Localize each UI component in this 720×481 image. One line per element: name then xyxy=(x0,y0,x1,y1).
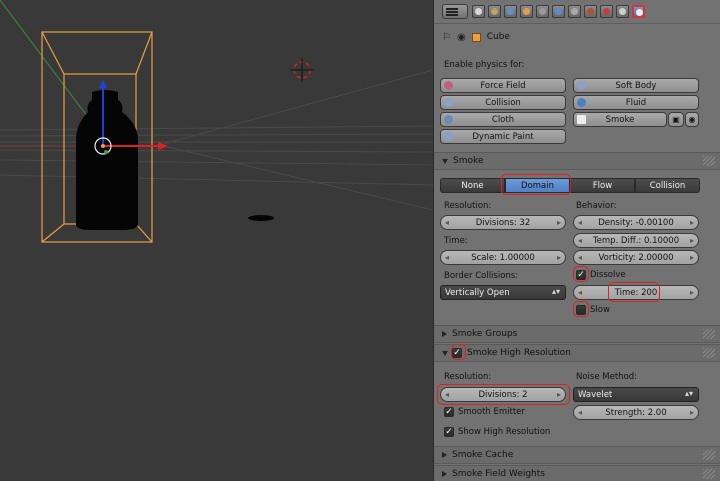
texture-tab-icon[interactable] xyxy=(600,5,613,18)
force-field-icon xyxy=(444,81,453,90)
smoke-panel-header[interactable]: Smoke xyxy=(434,152,720,170)
chevron-updown-icon: ▴▾ xyxy=(684,389,693,398)
collision-button[interactable]: Collision xyxy=(440,95,566,110)
constraints-tab-icon[interactable] xyxy=(536,5,549,18)
smoke-type-flow[interactable]: Flow xyxy=(570,178,635,193)
smooth-emitter-checkbox[interactable]: ✓ xyxy=(444,407,454,417)
object-tab-icon[interactable] xyxy=(520,5,533,18)
soft-body-icon xyxy=(577,81,586,90)
chevron-updown-icon: ▴▾ xyxy=(551,287,560,296)
expand-triangle-icon xyxy=(442,331,447,337)
show-high-res-label: Show High Resolution xyxy=(458,427,551,437)
border-collisions-label: Border Collisions: xyxy=(444,271,519,281)
collision-icon xyxy=(444,98,453,107)
behavior-label: Behavior: xyxy=(576,201,617,211)
smoke-type-collision[interactable]: Collision xyxy=(635,178,700,193)
smoke-button[interactable]: Smoke xyxy=(573,112,667,127)
fluid-button[interactable]: Fluid xyxy=(573,95,699,110)
collapse-triangle-icon xyxy=(442,350,448,356)
density-field[interactable]: Density: -0.00100 xyxy=(573,215,699,230)
3d-cursor xyxy=(290,58,314,82)
smoke-type-domain[interactable]: Domain xyxy=(505,178,570,193)
slow-label: Slow xyxy=(590,305,610,315)
scene-tab-icon[interactable] xyxy=(488,5,501,18)
data-tab-icon[interactable] xyxy=(568,5,581,18)
smoke-type-none[interactable]: None xyxy=(440,178,505,193)
cloth-icon xyxy=(444,115,453,124)
smoke-groups-header[interactable]: Smoke Groups xyxy=(434,325,720,343)
border-collisions-select[interactable]: Vertically Open ▴▾ xyxy=(440,285,566,300)
smoke-high-res-header[interactable]: ✓ Smoke High Resolution xyxy=(434,344,720,362)
noise-method-label: Noise Method: xyxy=(576,372,638,382)
fluid-icon xyxy=(577,98,586,107)
world-tab-icon[interactable] xyxy=(504,5,517,18)
smoke-visibility-eye-icon[interactable]: ◉ xyxy=(685,112,699,127)
hr-divisions-field[interactable]: Divisions: 2 xyxy=(440,387,566,402)
editor-type-menu-icon[interactable] xyxy=(442,4,468,19)
properties-tabs xyxy=(434,0,720,24)
smoke-render-toggle[interactable]: ▣ xyxy=(668,112,684,127)
expand-triangle-icon xyxy=(442,452,447,458)
cloth-button[interactable]: Cloth xyxy=(440,112,566,127)
resolution-label: Resolution: xyxy=(444,201,492,211)
3d-viewport[interactable] xyxy=(0,0,433,481)
smoke-cache-header[interactable]: Smoke Cache xyxy=(434,446,720,464)
scale-field[interactable]: Scale: 1.00000 xyxy=(440,250,566,265)
show-high-res-checkbox[interactable]: ✓ xyxy=(444,427,454,437)
pin-icon[interactable]: ⚐ xyxy=(442,32,451,43)
divisions-field[interactable]: Divisions: 32 xyxy=(440,215,566,230)
force-field-button[interactable]: Force Field xyxy=(440,78,566,93)
scene-icon: ◉ xyxy=(456,31,466,43)
noise-method-select[interactable]: Wavelet ▴▾ xyxy=(573,387,699,402)
close-icon xyxy=(577,115,586,124)
dissolve-label: Dissolve xyxy=(590,270,626,280)
smoke-field-weights-header[interactable]: Smoke Field Weights xyxy=(434,465,720,481)
context-object-name: Cube xyxy=(486,32,510,42)
collapse-triangle-icon xyxy=(442,158,448,164)
high-res-checkbox[interactable]: ✓ xyxy=(452,348,462,358)
temp-diff-field[interactable]: Temp. Diff.: 0.10000 xyxy=(573,233,699,248)
time-label: Time: xyxy=(444,236,468,246)
dynamic-paint-button[interactable]: Dynamic Paint xyxy=(440,129,566,144)
modifiers-tab-icon[interactable] xyxy=(552,5,565,18)
dynamic-paint-icon xyxy=(444,132,453,141)
viewport-scene xyxy=(0,0,433,243)
hr-resolution-label: Resolution: xyxy=(444,372,492,382)
expand-triangle-icon xyxy=(442,471,447,477)
physics-tab-icon[interactable] xyxy=(632,5,645,18)
bottle-mesh xyxy=(76,90,138,230)
material-tab-icon[interactable] xyxy=(584,5,597,18)
strength-field[interactable]: Strength: 2.00 xyxy=(573,405,699,420)
dissolve-time-field[interactable]: Time: 200 xyxy=(573,285,699,300)
context-breadcrumb: ⚐ ◉ Cube xyxy=(442,29,510,45)
cube-icon xyxy=(471,32,481,42)
slow-checkbox[interactable] xyxy=(576,305,586,315)
soft-body-button[interactable]: Soft Body xyxy=(573,78,699,93)
vorticity-field[interactable]: Vorticity: 2.00000 xyxy=(573,250,699,265)
small-object xyxy=(248,215,274,221)
smooth-emitter-label: Smooth Emitter xyxy=(458,407,525,417)
dissolve-checkbox[interactable]: ✓ xyxy=(576,270,586,280)
render-tab-icon[interactable] xyxy=(472,5,485,18)
properties-panel: ⚐ ◉ Cube Enable physics for: Force Field… xyxy=(433,0,720,481)
particles-tab-icon[interactable] xyxy=(616,5,629,18)
physics-title: Enable physics for: xyxy=(444,60,525,70)
